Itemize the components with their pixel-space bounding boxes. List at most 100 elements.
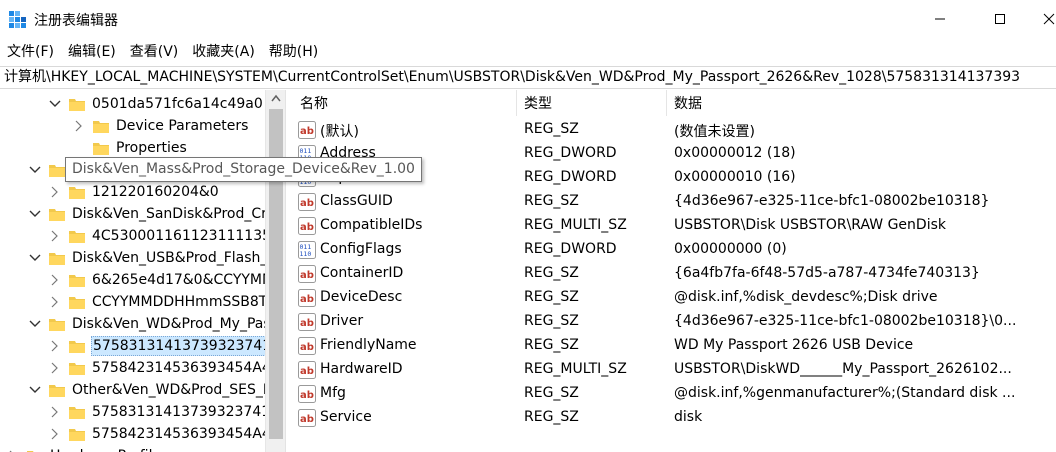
value-data: (数值未设置) <box>674 124 755 140</box>
tree-item-label: 0501da571fc6a14c49a0 <box>92 96 263 112</box>
column-header-name[interactable]: 名称 <box>300 90 328 116</box>
value-name: CompatibleIDs <box>320 217 423 233</box>
column-divider[interactable] <box>516 90 517 116</box>
tree-item[interactable]: HardwareProfiles <box>6 445 169 452</box>
value-row[interactable]: ab ContainerID REG_SZ {6a4fb7fa-6f48-57d5-a… <box>294 262 1056 286</box>
minimize-button[interactable] <box>917 0 963 38</box>
window-title: 注册表编辑器 <box>34 13 118 29</box>
chevron-right-icon[interactable] <box>48 405 62 419</box>
column-header-type[interactable]: 类型 <box>524 90 552 116</box>
chevron-right-icon[interactable] <box>48 185 62 199</box>
chevron-down-icon[interactable] <box>28 207 42 221</box>
menu-edit[interactable]: 编辑(E) <box>68 41 116 61</box>
chevron-down-icon[interactable] <box>28 383 42 397</box>
tree-item-label: 575831314137393237410 <box>92 404 265 420</box>
tree-item-label: 121220160204&0 <box>92 184 219 200</box>
value-name: HardwareID <box>320 361 403 377</box>
svg-text:110: 110 <box>300 250 312 258</box>
menu-view[interactable]: 查看(V) <box>130 41 179 61</box>
value-name: Service <box>320 409 372 425</box>
value-row[interactable]: ab CompatibleIDs REG_MULTI_SZ USBSTOR\Disk … <box>294 214 1056 238</box>
value-type: REG_MULTI_SZ <box>524 217 627 233</box>
value-row[interactable]: ab HardwareID REG_MULTI_SZ USBSTOR\DiskWD__… <box>294 358 1056 382</box>
tree-item[interactable]: 0501da571fc6a14c49a0 <box>48 93 264 115</box>
tree-item[interactable]: 575831314137393237410 <box>48 401 265 423</box>
tree-item-label: Other&Ven_WD&Prod_SES_Device <box>72 382 265 398</box>
chevron-down-icon[interactable] <box>28 251 42 265</box>
tree-item[interactable]: 4C530001161123111135 <box>48 225 265 247</box>
scroll-up-icon[interactable] <box>271 94 281 102</box>
tree-item[interactable]: 6&265e4d17&0&CCYYMMDD <box>48 269 265 291</box>
svg-text:ab: ab <box>300 126 314 137</box>
chevron-right-icon[interactable] <box>72 119 86 133</box>
chevron-right-icon[interactable] <box>48 229 62 243</box>
tooltip: Disk&Ven_Mass&Prod_Storage_Device&Rev_1.… <box>65 157 422 182</box>
string-value-icon: ab <box>298 337 316 355</box>
chevron-right-icon[interactable] <box>48 273 62 287</box>
column-divider[interactable] <box>666 90 667 116</box>
tree-item-label: 4C530001161123111135 <box>92 228 265 244</box>
value-row[interactable]: 011 110 ConfigFlags REG_DWORD 0x00000000 (0) <box>294 238 1056 262</box>
close-icon <box>1043 13 1055 25</box>
value-data: 0x00000012 (18) <box>674 145 796 161</box>
maximize-button[interactable] <box>977 0 1023 38</box>
tree-item[interactable]: 575831314137393237410 <box>48 335 265 357</box>
tree-item[interactable]: CCYYMMDDHHmmSSB8T7 <box>48 291 265 313</box>
string-value-icon: ab <box>298 289 316 307</box>
value-row[interactable]: ab FriendlyName REG_SZ WD My Passport 2626 … <box>294 334 1056 358</box>
svg-text:ab: ab <box>300 270 314 281</box>
value-data: disk <box>674 409 703 425</box>
string-value-icon: ab <box>298 313 316 331</box>
value-row[interactable]: ab ClassGUID REG_SZ {4d36e967-e325-11ce-bfc… <box>294 190 1056 214</box>
value-row[interactable]: ab Driver REG_SZ {4d36e967-e325-11ce-bfc1-0… <box>294 310 1056 334</box>
column-header-data[interactable]: 数据 <box>674 90 702 116</box>
title-bar: 注册表编辑器 <box>0 0 1056 38</box>
tree-item[interactable]: 575842314536393454A4 <box>48 423 265 445</box>
chevron-right-icon[interactable] <box>48 339 62 353</box>
chevron-down-icon[interactable] <box>28 163 42 177</box>
value-type: REG_SZ <box>524 193 579 209</box>
maximize-icon <box>995 14 1005 24</box>
chevron-down-icon[interactable] <box>28 317 42 331</box>
value-row[interactable]: ab Service REG_SZ disk <box>294 406 1056 430</box>
menu-bar: 文件(F) 编辑(E) 查看(V) 收藏夹(A) 帮助(H) <box>0 38 1056 64</box>
value-data: WD My Passport 2626 USB Device <box>674 337 914 353</box>
value-data: {4d36e967-e325-11ce-bfc1-08002be10318}\0… <box>674 313 1017 329</box>
value-name: ConfigFlags <box>320 241 402 257</box>
tree-item[interactable]: Other&Ven_WD&Prod_SES_Device <box>28 379 265 401</box>
chevron-right-icon[interactable] <box>48 295 62 309</box>
value-type: REG_SZ <box>524 265 579 281</box>
tree-item[interactable]: Device Parameters <box>72 115 249 137</box>
minimize-icon <box>935 18 945 20</box>
address-bar[interactable]: 计算机\HKEY_LOCAL_MACHINE\SYSTEM\CurrentCon… <box>0 66 1056 89</box>
tree-item[interactable]: 121220160204&0 <box>48 181 220 203</box>
tree-item[interactable]: Disk&Ven_WD&Prod_My_Passport <box>28 313 265 335</box>
tree-item-label: Disk&Ven_SanDisk&Prod_Cruzer_Blade <box>72 206 265 222</box>
value-type: REG_SZ <box>524 385 579 401</box>
svg-text:ab: ab <box>300 198 314 209</box>
tree-item[interactable]: Disk&Ven_SanDisk&Prod_Cruzer_Blade <box>28 203 265 225</box>
string-value-icon: ab <box>298 217 316 235</box>
tree-item[interactable]: Properties <box>72 137 188 159</box>
value-row[interactable]: ab Mfg REG_SZ @disk.inf,%genmanufacturer%;(… <box>294 382 1056 406</box>
string-value-icon: ab <box>298 265 316 283</box>
menu-help[interactable]: 帮助(H) <box>269 41 318 61</box>
value-row[interactable]: ab DeviceDesc REG_SZ @disk.inf,%disk_devdes… <box>294 286 1056 310</box>
chevron-right-icon[interactable] <box>48 427 62 441</box>
value-data: USBSTOR\DiskWD______My_Passport_2626102.… <box>674 361 1012 377</box>
value-row[interactable]: ab (默认) REG_SZ (数值未设置) <box>294 118 1056 142</box>
menu-favorites[interactable]: 收藏夹(A) <box>192 41 255 61</box>
tree-item[interactable]: Disk&Ven_USB&Prod_Flash_Disk <box>28 247 265 269</box>
menu-file[interactable]: 文件(F) <box>7 41 54 61</box>
pane-splitter[interactable] <box>285 90 294 452</box>
folder-icon <box>69 406 85 419</box>
tree-item-label: CCYYMMDDHHmmSSB8T7 <box>92 294 265 310</box>
value-name: Driver <box>320 313 364 329</box>
tree-scrollbar[interactable] <box>265 90 285 452</box>
close-button[interactable] <box>1026 0 1056 38</box>
tree-item[interactable]: 575842314536393454A4 <box>48 357 265 379</box>
chevron-down-icon[interactable] <box>48 97 62 111</box>
tree-item-label: 575842314536393454A4 <box>92 360 265 376</box>
chevron-right-icon[interactable] <box>48 361 62 375</box>
tree-item-label: HardwareProfiles <box>49 447 169 452</box>
